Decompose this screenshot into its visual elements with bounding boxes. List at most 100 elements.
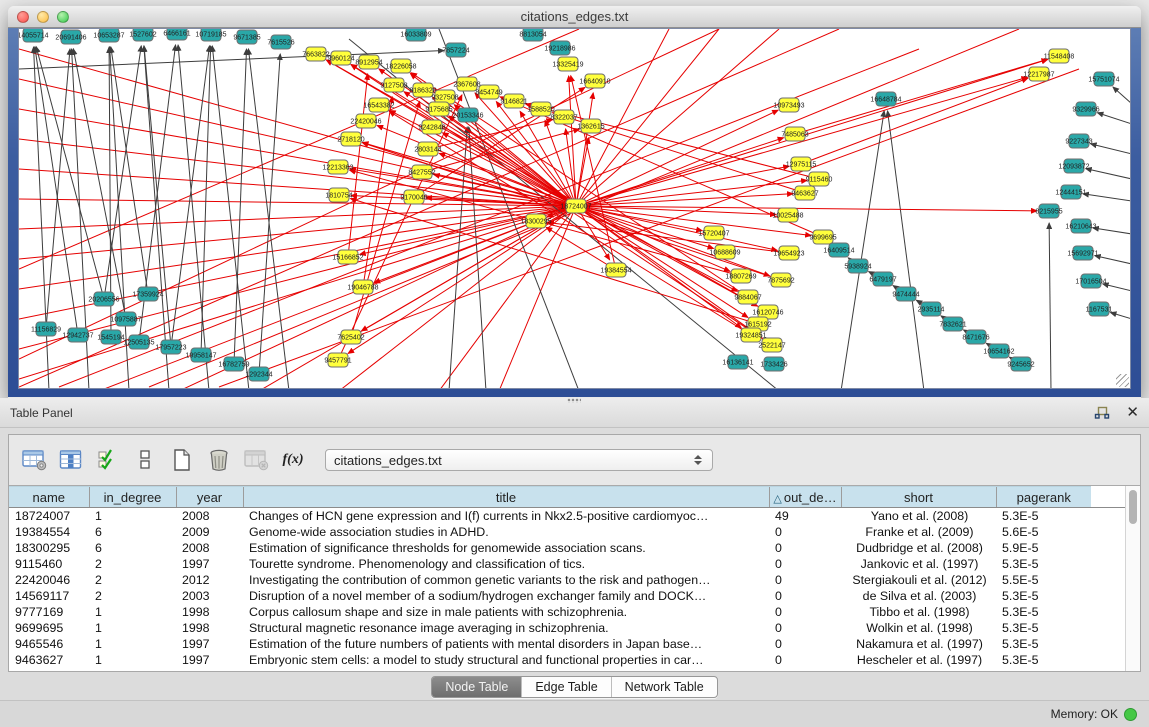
graph-node[interactable]: 9170046: [400, 190, 427, 204]
graph-node[interactable]: 19958147: [185, 348, 216, 362]
graph-edge[interactable]: [1095, 256, 1131, 264]
graph-node[interactable]: 2935114: [918, 302, 945, 316]
table-cell[interactable]: 1: [89, 604, 176, 620]
graph-edge[interactable]: [1113, 87, 1131, 104]
table-cell[interactable]: 1: [89, 620, 176, 636]
graph-node[interactable]: 10688609: [709, 245, 740, 259]
table-cell[interactable]: 0: [769, 604, 841, 620]
graph-edge[interactable]: [499, 206, 576, 389]
table-cell[interactable]: Structural magnetic resonance image aver…: [243, 620, 769, 636]
graph-node[interactable]: 11156829: [31, 322, 61, 336]
graph-edge[interactable]: [1097, 113, 1131, 124]
tab-network-table[interactable]: Network Table: [611, 677, 717, 697]
graph-edge[interactable]: [178, 45, 209, 389]
graph-node[interactable]: 9474444: [892, 287, 919, 301]
table-cell[interactable]: 0: [769, 572, 841, 588]
graph-node[interactable]: 16782759: [218, 357, 249, 371]
row-check-button[interactable]: [95, 447, 121, 473]
graph-edge[interactable]: [576, 29, 779, 206]
table-row[interactable]: 946554611997Estimation of the future num…: [9, 636, 1125, 652]
table-row[interactable]: 2242004622012Investigating the contribut…: [9, 572, 1125, 588]
graph-node[interactable]: 7663822: [302, 47, 329, 61]
graph-edge[interactable]: [19, 206, 576, 229]
graph-node[interactable]: 12942737: [62, 328, 93, 342]
graph-edge[interactable]: [411, 73, 748, 297]
zoom-window-button[interactable]: [57, 11, 69, 23]
graph-edge[interactable]: [34, 47, 49, 389]
graph-node[interactable]: 7625402: [337, 330, 364, 344]
graph-node[interactable]: 14055714: [19, 29, 49, 42]
table-cell[interactable]: 1997: [176, 636, 243, 652]
graph-edge[interactable]: [1110, 312, 1131, 319]
float-panel-icon[interactable]: [1094, 406, 1110, 420]
graph-node[interactable]: 16033809: [400, 29, 431, 41]
tab-node-table[interactable]: Node Table: [432, 677, 521, 697]
table-row[interactable]: 1872400712008Changes of HCN gene express…: [9, 508, 1125, 524]
table-cell[interactable]: Embryonic stem cells: a model to study s…: [243, 652, 769, 668]
table-row[interactable]: 946362711997Embryonic stem cells: a mode…: [9, 652, 1125, 668]
graph-node[interactable]: 12975115: [786, 157, 817, 171]
delete-table-button[interactable]: [243, 447, 269, 473]
table-row[interactable]: 969969511998Structural magnetic resonanc…: [9, 620, 1125, 636]
table-cell[interactable]: 5.3E-5: [996, 508, 1091, 524]
graph-node[interactable]: 20691406: [55, 30, 86, 44]
graph-edge[interactable]: [576, 206, 770, 276]
table-cell[interactable]: 1997: [176, 652, 243, 668]
table-cell[interactable]: 0: [769, 588, 841, 604]
column-header-out-degree[interactable]: △out_de…: [769, 487, 841, 508]
graph-node[interactable]: 7615526: [267, 35, 294, 49]
table-cell[interactable]: Tourette syndrome. Phenomenology and cla…: [243, 556, 769, 572]
graph-node[interactable]: 6479197: [869, 272, 896, 286]
graph-node[interactable]: 12444151: [1055, 185, 1086, 199]
graph-node[interactable]: 1545194: [97, 330, 124, 344]
graph-node[interactable]: 18226058: [385, 59, 416, 73]
column-header-title[interactable]: title: [243, 487, 769, 508]
row-stack-button[interactable]: [132, 447, 158, 473]
table-cell[interactable]: 2008: [176, 508, 243, 524]
graph-node[interactable]: 15692971: [1067, 246, 1098, 260]
tab-edge-table[interactable]: Edge Table: [521, 677, 610, 697]
table-row[interactable]: 1830029562008Estimation of significance …: [9, 540, 1125, 556]
table-cell[interactable]: Franke et al. (2009): [841, 524, 996, 540]
graph-edge[interactable]: [795, 59, 1047, 134]
table-cell[interactable]: 2: [89, 588, 176, 604]
graph-node[interactable]: 7857224: [442, 43, 469, 57]
table-cell[interactable]: 2009: [176, 524, 243, 540]
table-cell[interactable]: 5.3E-5: [996, 636, 1091, 652]
table-cell[interactable]: 0: [769, 524, 841, 540]
graph-edge[interactable]: [1091, 144, 1131, 154]
table-cell[interactable]: 9699695: [9, 620, 89, 636]
graph-edge[interactable]: [212, 46, 249, 389]
table-cell[interactable]: 0: [769, 556, 841, 572]
table-cell[interactable]: Tibbo et al. (1998): [841, 604, 996, 620]
graph-node[interactable]: 16210643: [1065, 219, 1096, 233]
graph-node[interactable]: 12217987: [1023, 67, 1054, 81]
table-cell[interactable]: Disruption of a novel member of a sodium…: [243, 588, 769, 604]
table-column-button[interactable]: [58, 447, 84, 473]
graph-node[interactable]: 9146821: [500, 94, 527, 108]
table-cell[interactable]: 2008: [176, 540, 243, 556]
column-header-year[interactable]: year: [176, 487, 243, 508]
graph-edge[interactable]: [19, 49, 576, 206]
graph-node[interactable]: 18807269: [725, 269, 756, 283]
graph-node[interactable]: 2718120: [337, 132, 364, 146]
graph-edge[interactable]: [19, 206, 576, 259]
table-cell[interactable]: 5.3E-5: [996, 604, 1091, 620]
graph-node[interactable]: 1810754: [325, 188, 352, 202]
graph-node[interactable]: 1527602: [129, 29, 156, 41]
table-cell[interactable]: 19384554: [9, 524, 89, 540]
column-header-short[interactable]: short: [841, 487, 996, 508]
graph-node[interactable]: 20153346: [452, 108, 483, 122]
graph-node[interactable]: 9671385: [233, 30, 260, 44]
graph-edge[interactable]: [19, 206, 576, 289]
graph-node[interactable]: 8322037: [550, 110, 577, 124]
table-row[interactable]: 977716911998Corpus callosum shape and si…: [9, 604, 1125, 620]
resize-grip[interactable]: [1116, 374, 1129, 387]
graph-node[interactable]: 15751074: [1088, 72, 1119, 86]
trash-button[interactable]: [206, 447, 232, 473]
graph-node[interactable]: 10025488: [772, 208, 803, 222]
column-header-pagerank[interactable]: pagerank: [996, 487, 1091, 508]
graph-edge[interactable]: [1093, 228, 1131, 234]
graph-node[interactable]: 9884067: [734, 290, 761, 304]
graph-node[interactable]: 19218986: [544, 41, 575, 55]
